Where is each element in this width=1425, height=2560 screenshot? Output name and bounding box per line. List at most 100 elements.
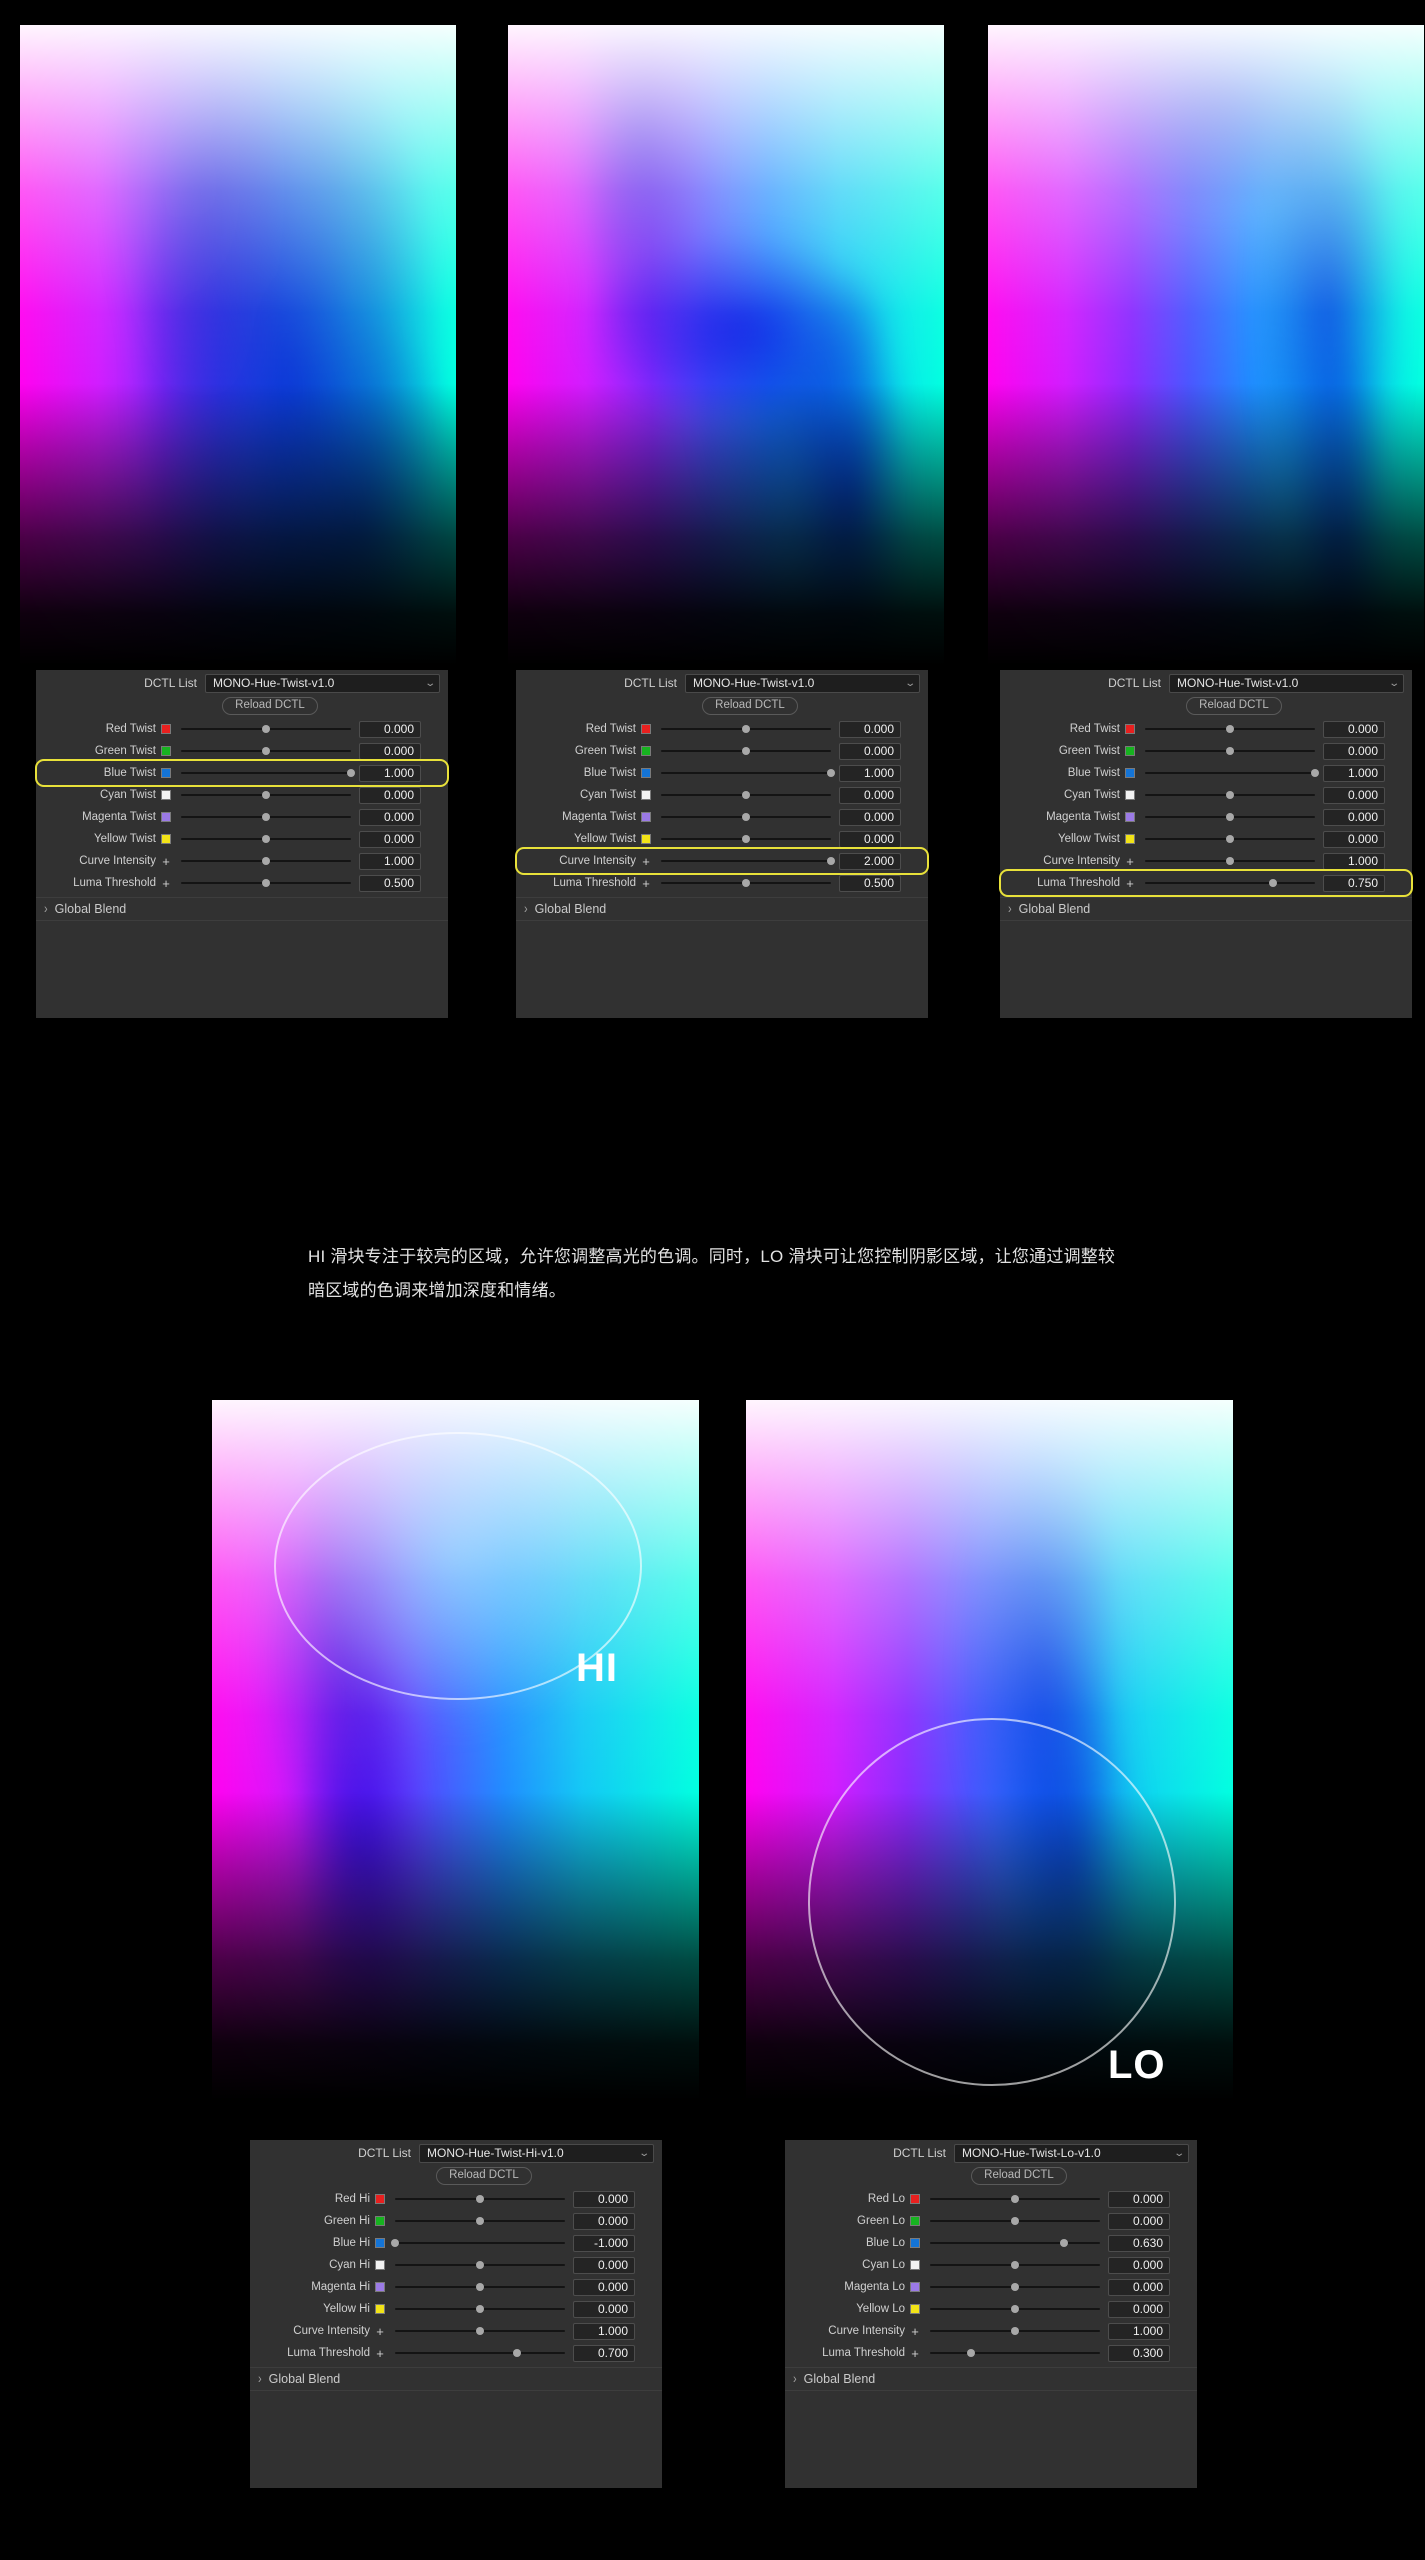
slider-value-field[interactable]: 0.000 xyxy=(573,2256,635,2274)
slider-knob[interactable] xyxy=(1011,2305,1019,2314)
slider-knob[interactable] xyxy=(742,835,750,844)
slider-value-field[interactable]: 0.000 xyxy=(1323,830,1385,848)
slider-knob[interactable] xyxy=(1011,2283,1019,2292)
slider-value-field[interactable]: 0.000 xyxy=(839,786,901,804)
global-blend-section[interactable]: › Global Blend xyxy=(785,2368,1197,2390)
slider-track[interactable] xyxy=(930,2352,1100,2354)
slider-control[interactable] xyxy=(1145,832,1315,846)
slider-knob[interactable] xyxy=(262,857,270,866)
slider-value-field[interactable]: 2.000 xyxy=(839,852,901,870)
slider-control[interactable] xyxy=(1145,722,1315,736)
plus-icon[interactable]: + xyxy=(641,855,651,868)
slider-knob[interactable] xyxy=(262,791,270,800)
slider-value-field[interactable]: 0.000 xyxy=(839,742,901,760)
slider-value-field[interactable]: 0.000 xyxy=(839,808,901,826)
slider-control[interactable] xyxy=(930,2280,1100,2294)
slider-control[interactable] xyxy=(661,854,835,868)
slider-value-field[interactable]: 0.000 xyxy=(359,830,421,848)
slider-control[interactable] xyxy=(930,2324,1100,2338)
slider-control[interactable] xyxy=(1145,766,1319,780)
slider-value-field[interactable]: 1.000 xyxy=(1323,764,1385,782)
slider-knob[interactable] xyxy=(476,2217,484,2226)
slider-control[interactable] xyxy=(395,2324,565,2338)
slider-control[interactable] xyxy=(1145,810,1315,824)
slider-control[interactable] xyxy=(395,2280,565,2294)
global-blend-section[interactable]: › Global Blend xyxy=(36,898,448,920)
slider-knob[interactable] xyxy=(1226,747,1234,756)
slider-value-field[interactable]: 0.000 xyxy=(359,808,421,826)
slider-value-field[interactable]: 0.750 xyxy=(1323,874,1385,892)
dctl-list-select[interactable]: MONO-Hue-Twist-v1.0 ⌄ xyxy=(1169,673,1404,693)
slider-control[interactable] xyxy=(930,2192,1100,2206)
slider-control[interactable] xyxy=(1145,788,1315,802)
slider-value-field[interactable]: 0.000 xyxy=(1108,2190,1170,2208)
slider-control[interactable] xyxy=(181,788,351,802)
slider-value-field[interactable]: 0.000 xyxy=(573,2212,635,2230)
slider-knob[interactable] xyxy=(966,2349,975,2358)
slider-control[interactable] xyxy=(930,2258,1100,2272)
slider-track[interactable] xyxy=(661,860,831,862)
slider-control[interactable] xyxy=(395,2346,565,2360)
plus-icon[interactable]: + xyxy=(161,877,171,890)
slider-control[interactable] xyxy=(181,854,351,868)
slider-track[interactable] xyxy=(395,2242,565,2244)
global-blend-section[interactable]: › Global Blend xyxy=(250,2368,662,2390)
slider-track[interactable] xyxy=(181,772,351,774)
slider-track[interactable] xyxy=(661,772,831,774)
slider-control[interactable] xyxy=(930,2346,1100,2360)
slider-control[interactable] xyxy=(661,744,831,758)
slider-value-field[interactable]: 0.300 xyxy=(1108,2344,1170,2362)
slider-knob[interactable] xyxy=(1226,857,1234,866)
slider-value-field[interactable]: 0.000 xyxy=(1108,2278,1170,2296)
slider-value-field[interactable]: 0.000 xyxy=(359,720,421,738)
slider-value-field[interactable]: 1.000 xyxy=(1323,852,1385,870)
global-blend-section[interactable]: › Global Blend xyxy=(516,898,928,920)
slider-control[interactable] xyxy=(181,810,351,824)
slider-value-field[interactable]: 1.000 xyxy=(839,764,901,782)
global-blend-section[interactable]: › Global Blend xyxy=(1000,898,1412,920)
slider-knob[interactable] xyxy=(1011,2261,1019,2270)
slider-knob[interactable] xyxy=(476,2261,484,2270)
reload-dctl-button[interactable]: Reload DCTL xyxy=(222,697,318,716)
slider-control[interactable] xyxy=(395,2302,565,2316)
slider-value-field[interactable]: 1.000 xyxy=(359,852,421,870)
slider-control[interactable] xyxy=(661,788,831,802)
slider-knob[interactable] xyxy=(1226,725,1234,734)
reload-dctl-button[interactable]: Reload DCTL xyxy=(971,2167,1067,2186)
slider-control[interactable] xyxy=(181,832,351,846)
plus-icon[interactable]: + xyxy=(1125,855,1135,868)
slider-control[interactable] xyxy=(1145,854,1315,868)
slider-control[interactable] xyxy=(1145,744,1315,758)
slider-knob[interactable] xyxy=(742,725,750,734)
slider-control[interactable] xyxy=(391,2236,565,2250)
slider-value-field[interactable]: 0.630 xyxy=(1108,2234,1170,2252)
plus-icon[interactable]: + xyxy=(910,2347,920,2360)
slider-knob[interactable] xyxy=(347,769,355,778)
slider-knob[interactable] xyxy=(827,857,835,866)
slider-control[interactable] xyxy=(930,2302,1100,2316)
slider-knob[interactable] xyxy=(1226,813,1234,822)
slider-knob[interactable] xyxy=(391,2239,399,2248)
slider-knob[interactable] xyxy=(742,813,750,822)
slider-value-field[interactable]: 0.500 xyxy=(359,874,421,892)
slider-control[interactable] xyxy=(661,766,835,780)
slider-knob[interactable] xyxy=(262,747,270,756)
slider-value-field[interactable]: 0.000 xyxy=(839,830,901,848)
slider-control[interactable] xyxy=(181,766,355,780)
slider-control[interactable] xyxy=(661,810,831,824)
slider-knob[interactable] xyxy=(742,791,750,800)
slider-value-field[interactable]: 1.000 xyxy=(359,764,421,782)
slider-value-field[interactable]: 0.000 xyxy=(1108,2212,1170,2230)
slider-track[interactable] xyxy=(1145,882,1315,884)
slider-value-field[interactable]: 0.000 xyxy=(359,786,421,804)
slider-knob[interactable] xyxy=(262,835,270,844)
slider-control[interactable] xyxy=(395,2214,565,2228)
dctl-list-select[interactable]: MONO-Hue-Twist-v1.0 ⌄ xyxy=(685,673,920,693)
slider-value-field[interactable]: 0.000 xyxy=(1323,786,1385,804)
slider-control[interactable] xyxy=(181,722,351,736)
slider-knob[interactable] xyxy=(476,2305,484,2314)
slider-knob[interactable] xyxy=(827,769,835,778)
slider-knob[interactable] xyxy=(476,2195,484,2204)
dctl-list-select[interactable]: MONO-Hue-Twist-Hi-v1.0 ⌄ xyxy=(419,2143,654,2163)
slider-control[interactable] xyxy=(181,744,351,758)
